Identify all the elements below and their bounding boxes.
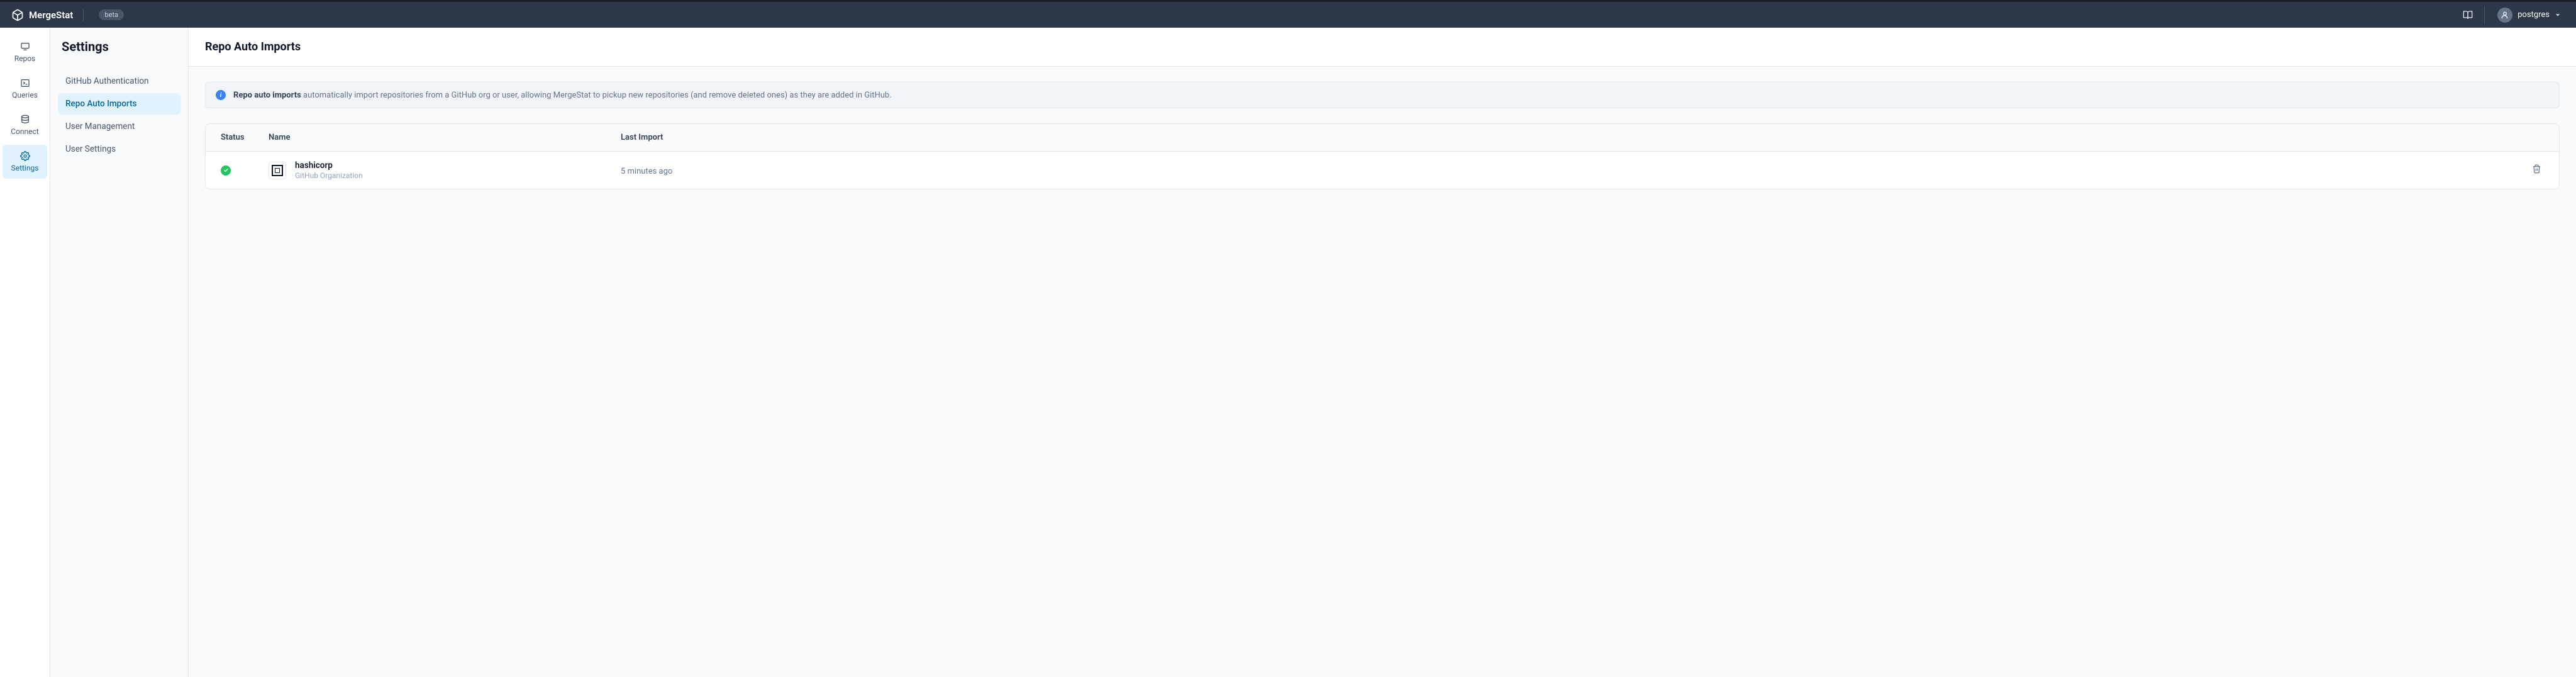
primary-nav: Repos Queries Connect Settings (0, 28, 50, 677)
nav-item-queries[interactable]: Queries (3, 72, 47, 106)
nav-label: Connect (11, 127, 38, 136)
user-icon (2501, 11, 2509, 20)
info-icon: i (216, 90, 226, 100)
nav-item-settings[interactable]: Settings (3, 145, 47, 179)
page-title: Repo Auto Imports (205, 40, 2560, 53)
beta-badge: beta (99, 9, 124, 20)
user-name: postgres (2518, 10, 2550, 20)
nav-item-connect[interactable]: Connect (3, 108, 47, 142)
content-header: Repo Auto Imports (189, 28, 2576, 67)
nav-divider (2484, 6, 2485, 24)
nav-item-repos[interactable]: Repos (3, 35, 47, 69)
book-icon (2463, 10, 2473, 20)
nav-label: Repos (14, 54, 36, 63)
database-icon (20, 115, 30, 125)
user-menu[interactable]: postgres (2494, 5, 2565, 25)
nav-label: Queries (12, 91, 38, 99)
info-text: Repo auto imports automatically import r… (233, 91, 892, 100)
header-status: Status (221, 133, 269, 142)
header-last-import: Last Import (621, 133, 2516, 142)
brand-logo[interactable]: MergeStat (11, 9, 84, 21)
imports-table: Status Name Last Import (205, 123, 2560, 189)
table-row: hashicorp GitHub Organization 5 minutes … (206, 152, 2559, 189)
org-avatar (269, 162, 286, 179)
sidebar-item-user-management[interactable]: User Management (58, 116, 180, 137)
row-last-import: 5 minutes ago (621, 167, 672, 176)
header-name: Name (269, 133, 621, 142)
avatar (2497, 8, 2512, 23)
info-rest: automatically import repositories from a… (301, 91, 892, 100)
monitor-icon (20, 42, 30, 52)
main-content: Repo Auto Imports i Repo auto imports au… (189, 28, 2576, 677)
sidebar-item-repo-auto-imports[interactable]: Repo Auto Imports (58, 93, 180, 115)
status-success-icon (221, 165, 231, 176)
docs-button[interactable] (2460, 8, 2475, 23)
delete-button[interactable] (2516, 162, 2544, 179)
sidebar-title: Settings (62, 39, 180, 54)
brand-name: MergeStat (29, 9, 73, 21)
sidebar-item-user-settings[interactable]: User Settings (58, 138, 180, 160)
settings-sidebar: Settings GitHub Authentication Repo Auto… (50, 28, 189, 677)
row-subtitle: GitHub Organization (295, 171, 363, 180)
gear-icon (20, 151, 30, 161)
sidebar-item-github-auth[interactable]: GitHub Authentication (58, 70, 180, 92)
trash-icon (2532, 164, 2541, 174)
terminal-icon (20, 78, 30, 88)
row-name[interactable]: hashicorp (295, 160, 363, 171)
nav-label: Settings (11, 164, 39, 172)
check-icon (223, 167, 229, 173)
chevron-down-icon (2555, 12, 2561, 18)
info-strong: Repo auto imports (233, 91, 301, 100)
mergestat-logo-icon (11, 9, 24, 21)
info-banner: i Repo auto imports automatically import… (205, 82, 2560, 108)
top-navbar: MergeStat beta postgres (0, 0, 2576, 28)
table-header: Status Name Last Import (206, 124, 2559, 152)
